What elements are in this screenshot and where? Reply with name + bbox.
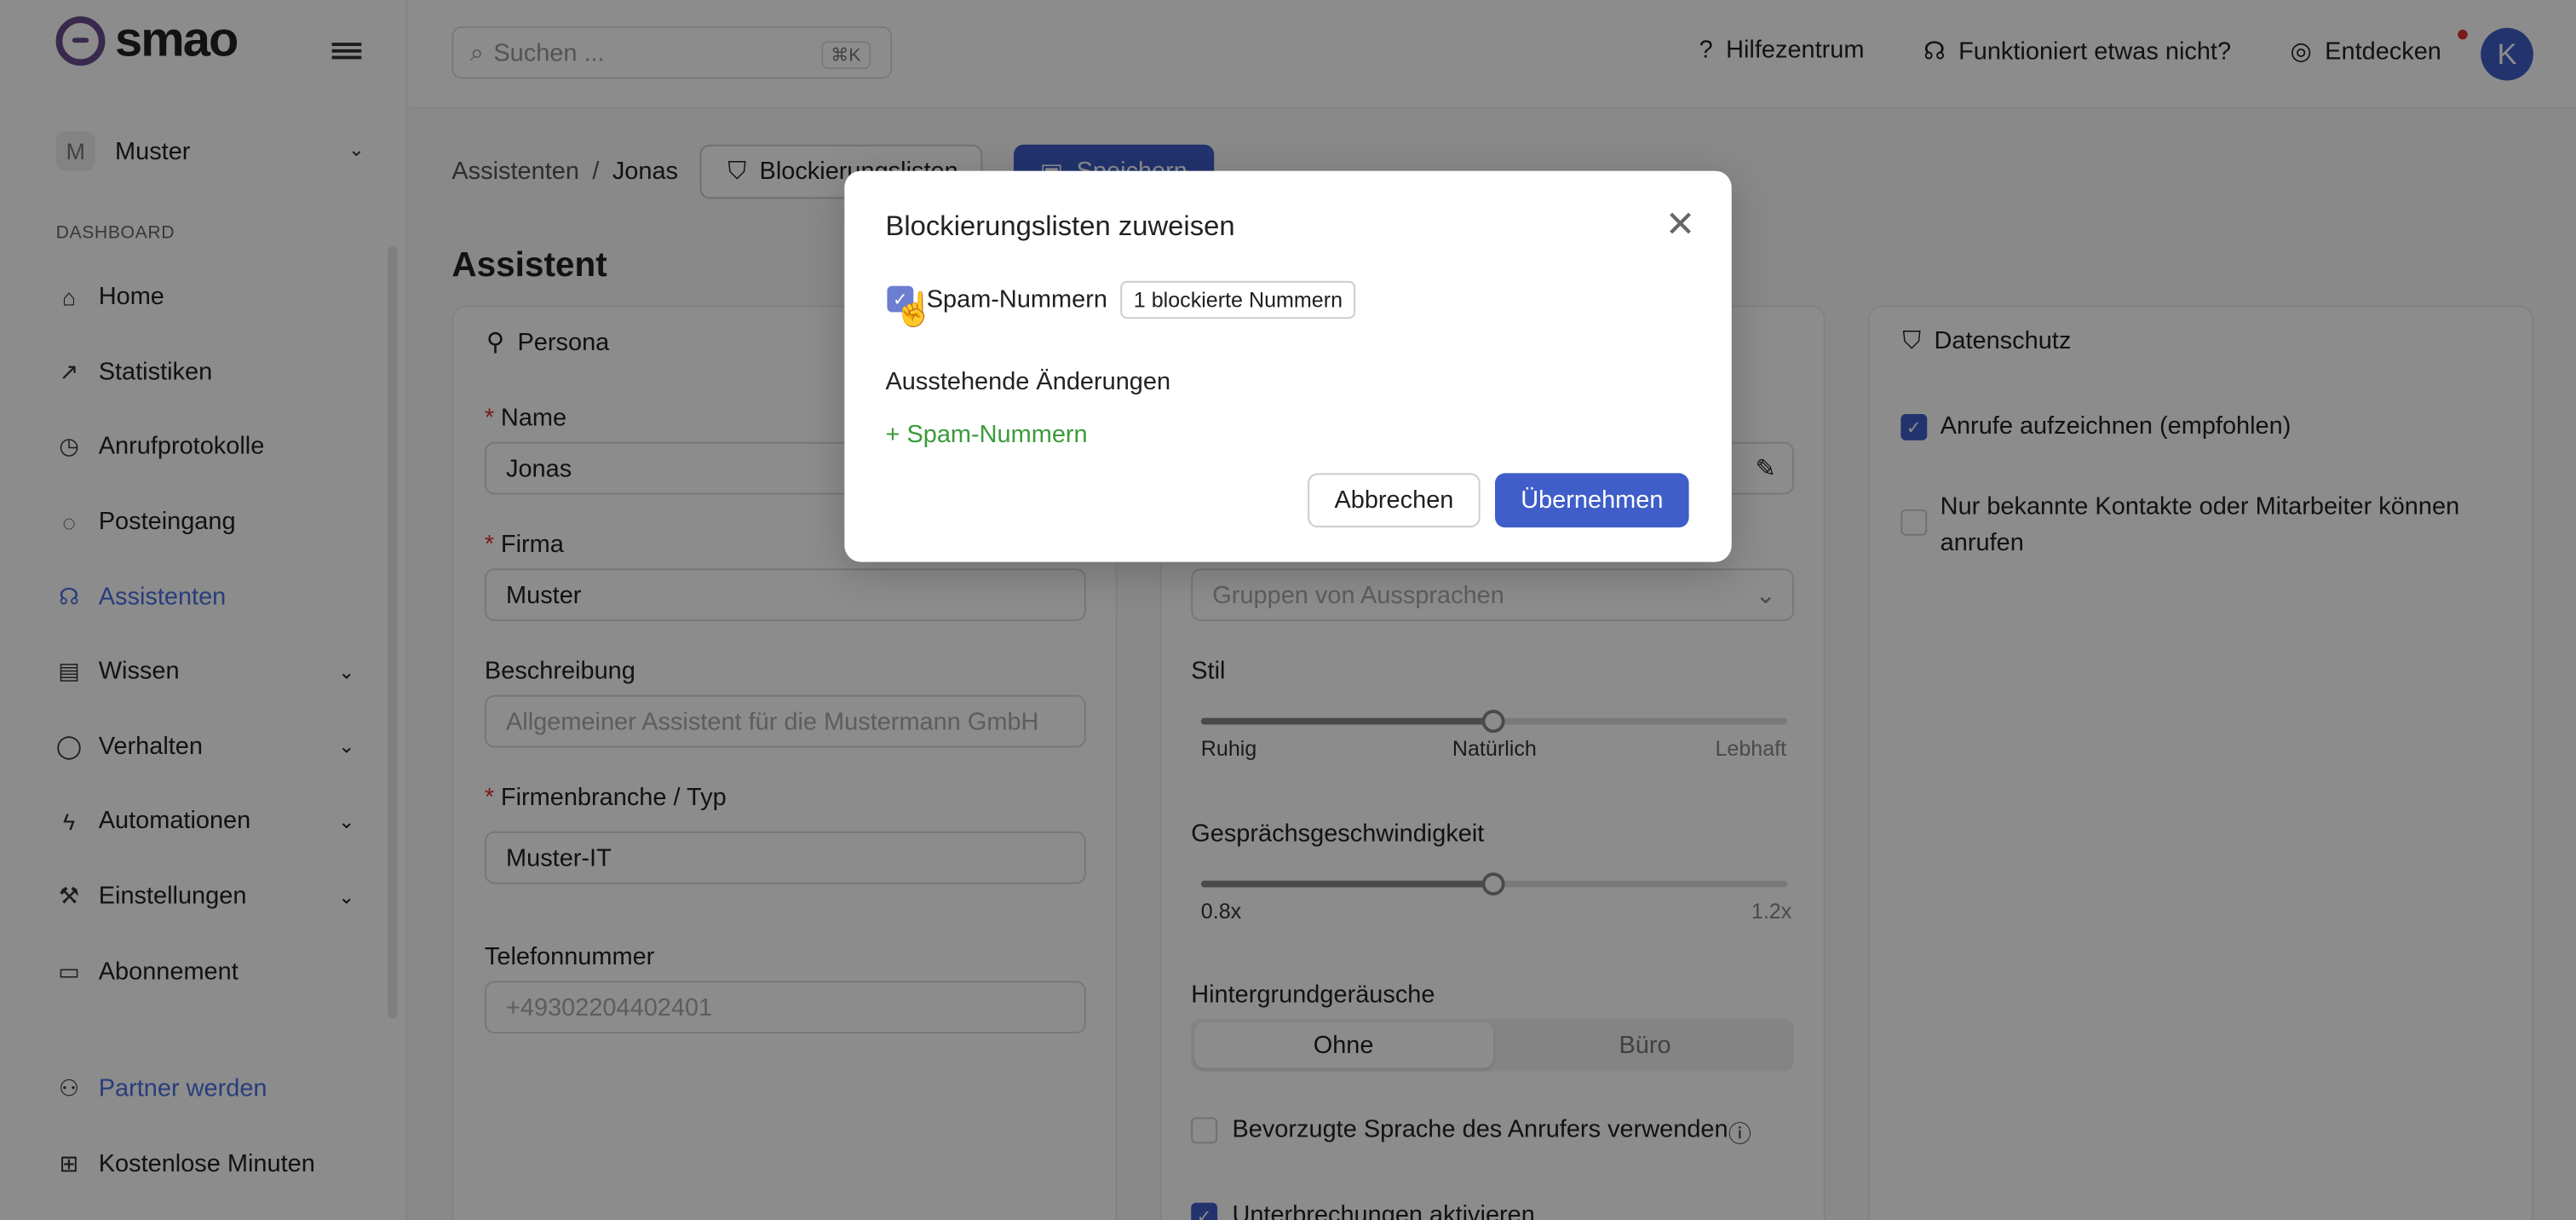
blocklist-name: Spam-Nummern [926, 285, 1107, 314]
close-icon[interactable]: ✕ [1665, 204, 1696, 246]
blocked-count-badge: 1 blockierte Nummern [1120, 279, 1356, 319]
dialog-title: Blockierungslisten zuweisen [885, 210, 1235, 242]
apply-button[interactable]: Übernehmen [1495, 473, 1689, 528]
app-window: smao M Muster ⌄ DASHBOARD ⌂ Home ↗ Statisti… [0, 0, 2576, 1220]
pending-change-item: + Spam-Nummern [885, 420, 1088, 449]
blocklist-dialog: Blockierungslisten zuweisen ✕ ✓ Spam-Num… [844, 170, 1732, 562]
blocklist-option[interactable]: ✓ Spam-Nummern 1 blockierte Nummern [877, 269, 1360, 329]
pointer-cursor-icon: ☝ [894, 292, 935, 329]
pending-changes-title: Ausstehende Änderungen [885, 368, 1171, 396]
cancel-button[interactable]: Abbrechen [1308, 473, 1481, 528]
